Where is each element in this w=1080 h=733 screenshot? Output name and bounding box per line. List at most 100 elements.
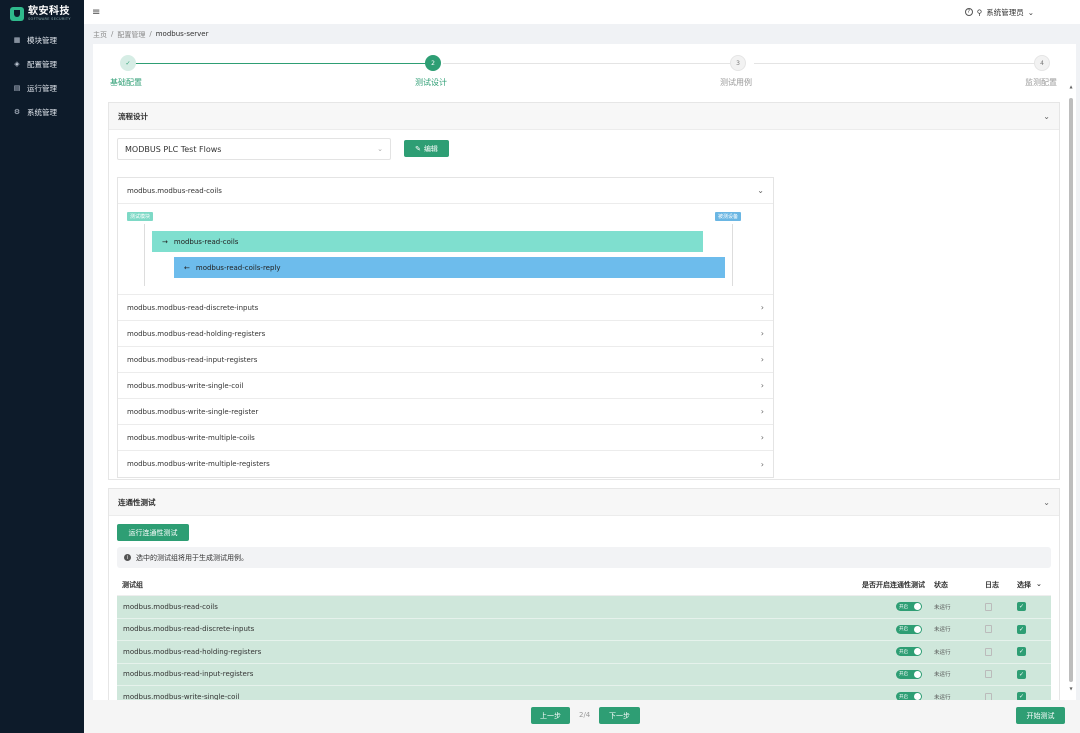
edit-button[interactable]: ✎ 编辑 bbox=[404, 140, 449, 157]
step-3-indicator[interactable]: 3 bbox=[730, 55, 746, 71]
log-file-icon[interactable] bbox=[985, 647, 992, 656]
step-1-label: 基础配置 bbox=[110, 78, 142, 87]
flow-row-expanded[interactable]: modbus.modbus-read-coils ⌄ bbox=[118, 178, 773, 204]
col-enabled: 是否开启连通性测试 bbox=[862, 580, 925, 589]
chevron-right-icon[interactable]: › bbox=[761, 407, 764, 416]
connectivity-toggle[interactable]: 开启 bbox=[896, 647, 922, 657]
row-name: modbus.modbus-read-holding-registers bbox=[123, 647, 262, 656]
chevron-right-icon[interactable]: › bbox=[761, 460, 764, 469]
flow-row[interactable]: modbus.modbus-read-discrete-inputs › bbox=[118, 295, 773, 321]
toggle-knob bbox=[914, 625, 921, 633]
table-row[interactable]: modbus.modbus-read-holding-registers 开启 … bbox=[117, 641, 1051, 664]
brand-logo: 软安科技 SOFTWARE SECURITY bbox=[0, 0, 84, 24]
step-3-label: 测试用例 bbox=[720, 78, 752, 87]
sequence-diagram: 测试模块 被测设备 → modbus-read-coils ← modbus-r… bbox=[118, 204, 773, 295]
log-file-icon[interactable] bbox=[985, 625, 992, 634]
flow-row[interactable]: modbus.modbus-write-single-register › bbox=[118, 399, 773, 425]
connectivity-toggle[interactable]: 开启 bbox=[896, 669, 922, 679]
flow-row[interactable]: modbus.modbus-write-single-coil › bbox=[118, 373, 773, 399]
select-checkbox[interactable]: ✓ bbox=[1017, 624, 1026, 634]
grid-icon: ▦ bbox=[13, 36, 21, 44]
step-2-label: 测试设计 bbox=[415, 78, 447, 87]
top-header: ≡ ? ⚲ 系统管理员 ⌄ bbox=[84, 0, 1080, 24]
scrollbar-thumb[interactable] bbox=[1069, 98, 1073, 682]
next-step-button[interactable]: 下一步 bbox=[599, 707, 640, 724]
chevron-right-icon[interactable]: › bbox=[761, 329, 764, 338]
shield-logo-icon bbox=[10, 7, 24, 21]
flow-row[interactable]: modbus.modbus-read-input-registers › bbox=[118, 347, 773, 373]
user-menu[interactable]: ? ⚲ 系统管理员 ⌄ bbox=[964, 7, 1034, 18]
row-name: modbus.modbus-read-discrete-inputs bbox=[123, 625, 255, 634]
log-file-icon[interactable] bbox=[985, 602, 992, 611]
brand-name: 软安科技 bbox=[28, 5, 70, 17]
breadcrumb-home[interactable]: 主页 bbox=[93, 30, 107, 40]
chevron-down-icon[interactable]: ⌄ bbox=[757, 186, 764, 195]
chevron-down-icon: ⌄ bbox=[1027, 7, 1034, 17]
start-test-button[interactable]: 开始测试 bbox=[1016, 707, 1065, 724]
toggle-knob bbox=[914, 603, 921, 611]
lifeline-left bbox=[144, 224, 145, 286]
flow-name: modbus.modbus-write-single-coil bbox=[127, 381, 244, 390]
table-row[interactable]: modbus.modbus-read-discrete-inputs 开启 未运… bbox=[117, 618, 1051, 641]
chevron-down-icon[interactable]: ⌄ bbox=[1036, 580, 1042, 590]
flow-row[interactable]: modbus.modbus-write-multiple-registers › bbox=[118, 451, 773, 477]
sidebar-item-runtime[interactable]: ▤ 运行管理 bbox=[0, 76, 84, 100]
panel-title: 连通性测试 bbox=[118, 497, 156, 507]
sidebar-nav: ▦ 模块管理 ◈ 配置管理 ▤ 运行管理 ⚙ 系统管理 bbox=[0, 28, 84, 124]
breadcrumb-separator: / bbox=[111, 30, 114, 38]
connectivity-panel: 连通性测试 ⌄ 运行连通性测试 i 选中的测试组将用于生成测试用例。 测试组 是… bbox=[108, 488, 1060, 709]
reply-message: ← modbus-read-coils-reply bbox=[174, 257, 725, 278]
flow-design-header[interactable]: 流程设计 ⌄ bbox=[109, 103, 1059, 130]
select-checkbox[interactable]: ✓ bbox=[1017, 647, 1026, 657]
flow-select[interactable]: MODBUS PLC Test Flows ⌄ bbox=[117, 138, 391, 160]
select-checkbox[interactable]: ✓ bbox=[1017, 602, 1026, 612]
chevron-right-icon[interactable]: › bbox=[761, 355, 764, 364]
help-icon[interactable]: ? bbox=[964, 8, 973, 16]
info-icon: i bbox=[124, 554, 131, 561]
layers-icon: ◈ bbox=[14, 60, 20, 68]
step-4-indicator[interactable]: 4 bbox=[1034, 55, 1050, 71]
sidebar-item-modules[interactable]: ▦ 模块管理 bbox=[0, 28, 84, 52]
scroll-up-icon[interactable]: ▲ bbox=[1068, 84, 1074, 89]
table-row[interactable]: modbus.modbus-read-coils 开启 未运行 ✓ bbox=[117, 596, 1051, 619]
chevron-right-icon[interactable]: › bbox=[761, 433, 764, 442]
chevron-right-icon[interactable]: › bbox=[761, 381, 764, 390]
server-icon: ▤ bbox=[13, 84, 21, 92]
reply-label: modbus-read-coils-reply bbox=[195, 263, 281, 272]
connectivity-header[interactable]: 连通性测试 ⌄ bbox=[109, 489, 1059, 516]
table-row[interactable]: modbus.modbus-read-input-registers 开启 未运… bbox=[117, 663, 1051, 686]
sidebar-item-label: 运行管理 bbox=[27, 83, 57, 93]
flow-select-value: MODBUS PLC Test Flows bbox=[125, 144, 222, 154]
prev-step-button[interactable]: 上一步 bbox=[531, 707, 570, 724]
breadcrumb-config[interactable]: 配置管理 bbox=[117, 30, 145, 40]
step-connector bbox=[128, 63, 428, 64]
arrow-right-icon: → bbox=[162, 237, 168, 246]
log-file-icon[interactable] bbox=[985, 670, 992, 679]
toggle-label: 开启 bbox=[899, 604, 908, 610]
select-checkbox[interactable]: ✓ bbox=[1017, 669, 1026, 679]
flow-name: modbus.modbus-read-holding-registers bbox=[127, 329, 266, 338]
row-status: 未运行 bbox=[934, 604, 951, 611]
connectivity-toggle[interactable]: 开启 bbox=[896, 624, 922, 634]
sidebar-item-system[interactable]: ⚙ 系统管理 bbox=[0, 100, 84, 124]
vertical-scrollbar[interactable]: ▲ ▼ bbox=[1068, 84, 1074, 692]
scroll-down-icon[interactable]: ▼ bbox=[1068, 686, 1074, 691]
step-connector bbox=[443, 63, 738, 64]
row-name: modbus.modbus-read-coils bbox=[123, 602, 218, 611]
sidebar-item-label: 模块管理 bbox=[27, 35, 57, 45]
chevron-right-icon[interactable]: › bbox=[761, 303, 764, 312]
step-1-check-icon[interactable]: ✓ bbox=[120, 55, 136, 71]
run-connectivity-button[interactable]: 运行连通性测试 bbox=[117, 524, 189, 541]
step-2-indicator[interactable]: 2 bbox=[425, 55, 441, 71]
chevron-down-icon[interactable]: ⌄ bbox=[1043, 498, 1050, 507]
connectivity-toggle[interactable]: 开启 bbox=[896, 602, 922, 612]
col-select[interactable]: 选择 ⌄ bbox=[1013, 580, 1051, 590]
col-select-label: 选择 bbox=[1017, 580, 1031, 589]
flow-row[interactable]: modbus.modbus-write-multiple-coils › bbox=[118, 425, 773, 451]
sidebar-item-config[interactable]: ◈ 配置管理 bbox=[0, 52, 84, 76]
chevron-down-icon[interactable]: ⌄ bbox=[1043, 112, 1050, 121]
flow-row[interactable]: modbus.modbus-read-holding-registers › bbox=[118, 321, 773, 347]
col-group: 测试组 bbox=[122, 580, 143, 589]
lifeline-right bbox=[732, 224, 733, 286]
menu-toggle-icon[interactable]: ≡ bbox=[92, 7, 100, 18]
